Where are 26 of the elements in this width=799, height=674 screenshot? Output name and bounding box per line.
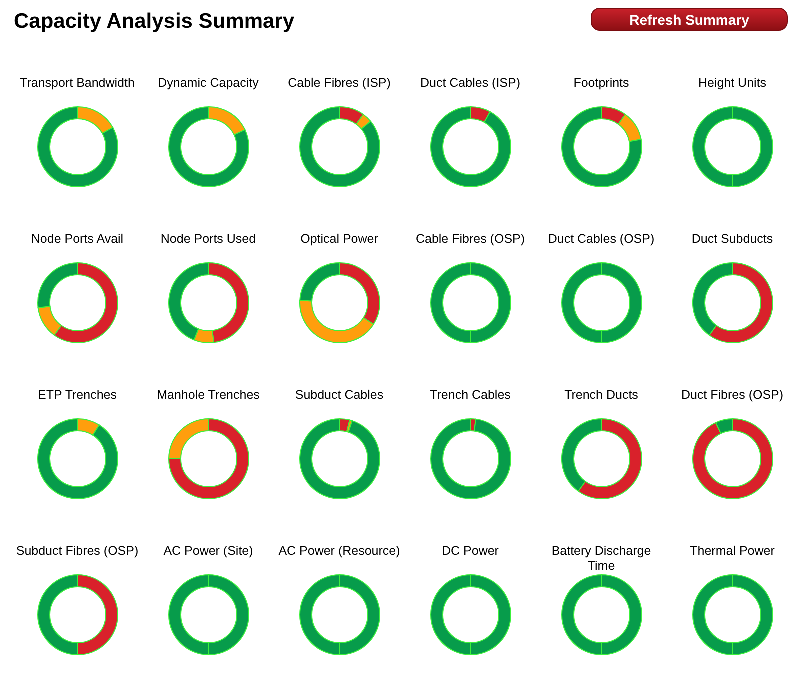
gauge-label: Manhole Trenches <box>156 388 261 404</box>
page-title: Capacity Analysis Summary <box>14 10 295 34</box>
gauge-label: Duct Cables (ISP) <box>419 76 522 92</box>
gauge-label: Subduct Fibres (OSP) <box>15 544 140 560</box>
gauge-label: Trench Ducts <box>564 388 640 404</box>
gauge-label: Trench Cables <box>429 388 512 404</box>
gauge-label: Footprints <box>572 76 630 92</box>
gauge-label: Thermal Power <box>689 544 776 560</box>
gauge-label: Optical Power <box>300 232 380 248</box>
gauge-label: Cable Fibres (OSP) <box>414 232 526 248</box>
gauge-label: Battery Discharge Time <box>550 544 652 574</box>
gauge-label: Node Ports Used <box>160 232 258 248</box>
gauge-label: Duct Cables (OSP) <box>547 232 656 248</box>
gauge-label: ETP Trenches <box>37 388 118 404</box>
gauge-label: Transport Bandwidth <box>19 76 136 92</box>
gauge-label: Node Ports Avail <box>30 232 125 248</box>
gauge-label: Subduct Cables <box>294 388 385 404</box>
gauge-label: AC Power (Resource) <box>278 544 402 560</box>
gauge-label: Cable Fibres (ISP) <box>287 76 392 92</box>
gauge-label: Duct Subducts <box>690 232 774 248</box>
gauge-label: Height Units <box>697 76 768 92</box>
gauge-label: Dynamic Capacity <box>157 76 260 92</box>
refresh-button[interactable]: Refresh Summary <box>591 8 788 31</box>
gauge-label: DC Power <box>441 544 500 560</box>
gauge-label: Duct Fibres (OSP) <box>680 388 785 404</box>
gauge-label: AC Power (Site) <box>162 544 254 560</box>
